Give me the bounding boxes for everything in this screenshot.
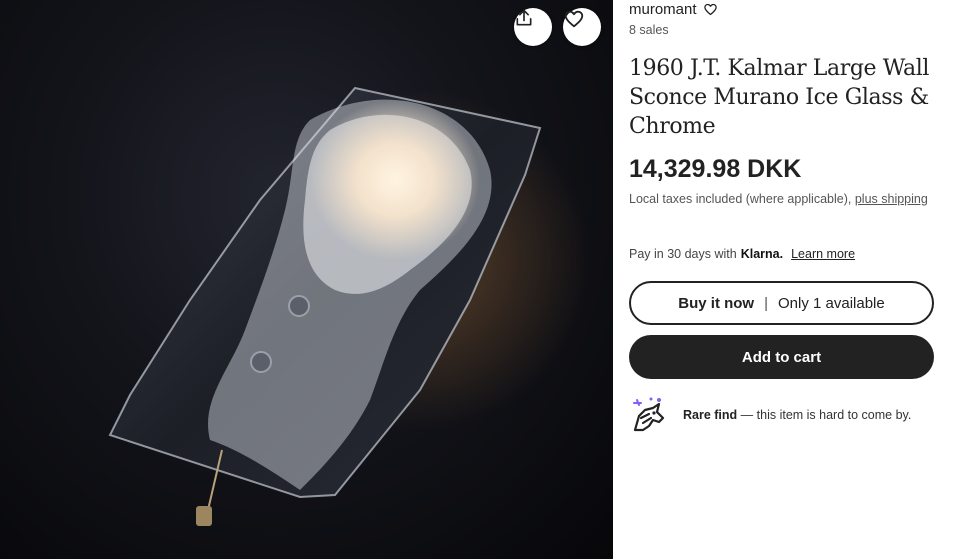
add-to-cart-button[interactable]: Add to cart bbox=[629, 335, 934, 379]
shop-sales-count: 8 sales bbox=[629, 23, 669, 37]
buy-it-now-label: Buy it now bbox=[678, 294, 755, 312]
availability-label: Only 1 available bbox=[778, 294, 885, 312]
rare-find-unicorn-icon bbox=[633, 397, 665, 432]
share-button[interactable] bbox=[514, 8, 552, 46]
heart-icon bbox=[564, 10, 584, 28]
rare-find-text: Rare find — this item is hard to come by… bbox=[683, 408, 911, 422]
heart-outline-icon[interactable] bbox=[703, 2, 718, 17]
shipping-link[interactable]: plus shipping bbox=[855, 192, 928, 206]
shop-row: muromant bbox=[629, 1, 718, 18]
tax-notice: Local taxes included (where applicable),… bbox=[629, 191, 929, 208]
product-image[interactable] bbox=[0, 0, 613, 559]
share-icon bbox=[516, 9, 532, 26]
button-separator: | bbox=[764, 294, 768, 312]
listing-title: 1960 J.T. Kalmar Large Wall Sconce Muran… bbox=[629, 56, 930, 139]
tax-text: Local taxes included (where applicable), bbox=[629, 192, 852, 206]
listing-price: 14,329.98 DKK bbox=[629, 155, 802, 183]
rare-find-description: — this item is hard to come by. bbox=[740, 408, 912, 422]
shop-name-link[interactable]: muromant bbox=[629, 1, 697, 18]
favorite-button[interactable] bbox=[563, 8, 601, 46]
klarna-brand: Klarna. bbox=[740, 247, 784, 261]
rare-find-badge: Rare find — this item is hard to come by… bbox=[629, 396, 911, 434]
buy-it-now-button[interactable]: Buy it now | Only 1 available bbox=[629, 281, 934, 325]
klarna-learn-more-link[interactable]: Learn more bbox=[791, 247, 855, 261]
klarna-prefix: Pay in 30 days with bbox=[629, 247, 737, 261]
klarna-notice: Pay in 30 days with Klarna. Learn more bbox=[629, 247, 855, 261]
rare-find-label: Rare find bbox=[683, 408, 738, 422]
murano-ice-glass-sconce-photo bbox=[108, 86, 590, 526]
